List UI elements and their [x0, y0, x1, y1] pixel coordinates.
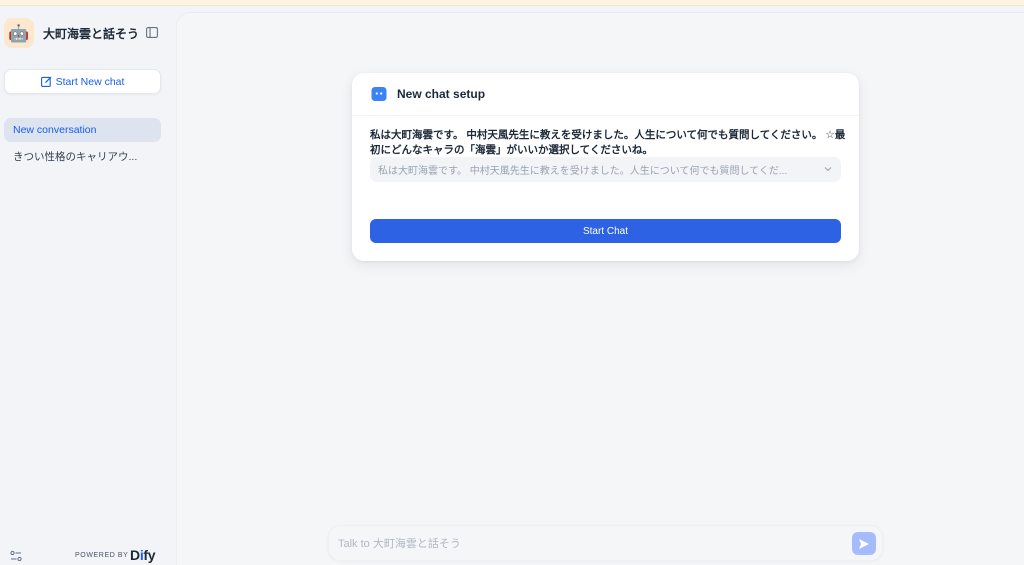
- send-icon: [859, 538, 869, 549]
- chevron-down-icon: [824, 167, 832, 172]
- start-chat-button[interactable]: Start Chat: [370, 219, 841, 243]
- chat-input[interactable]: [338, 535, 838, 553]
- sidebar: 🤖 大町海雲と話そう Start New chat New conversati…: [0, 6, 176, 565]
- settings-icon[interactable]: [10, 550, 22, 562]
- conversation-item[interactable]: きつい性格のキャリアウ...: [4, 144, 161, 168]
- send-button[interactable]: [852, 532, 876, 555]
- setup-prompt: 私は大町海雲です。 中村天風先生に教えを受けました。人生について何でも質問してく…: [370, 129, 846, 156]
- sidebar-footer: POWERED BY Dify: [0, 546, 176, 565]
- character-select-value: 私は大町海雲です。 中村天風先生に教えを受けました。人生について何でも質問してく…: [378, 166, 788, 177]
- conversation-item-active[interactable]: New conversation: [4, 118, 161, 142]
- app-avatar: 🤖: [4, 18, 34, 48]
- start-new-chat-label: Start New chat: [55, 75, 125, 88]
- dify-logo: Dify: [130, 547, 156, 563]
- powered-by-label: POWERED BY: [75, 552, 129, 559]
- robot-icon: [371, 87, 387, 101]
- app-header: 🤖 大町海雲と話そう: [4, 18, 172, 48]
- card-title: New chat setup: [397, 87, 486, 101]
- edit-icon: [40, 76, 51, 87]
- character-select[interactable]: 私は大町海雲です。 中村天風先生に教えを受けました。人生について何でも質問してく…: [370, 157, 841, 182]
- card-header: New chat setup: [352, 73, 859, 116]
- collapse-sidebar-icon[interactable]: [146, 27, 158, 38]
- new-chat-setup-card: New chat setup 私は大町海雲です。 中村天風先生に教えを受けました…: [352, 73, 859, 261]
- start-new-chat-button[interactable]: Start New chat: [4, 69, 161, 94]
- app-title: 大町海雲と話そう: [43, 26, 140, 41]
- chat-input-bar: [328, 525, 883, 561]
